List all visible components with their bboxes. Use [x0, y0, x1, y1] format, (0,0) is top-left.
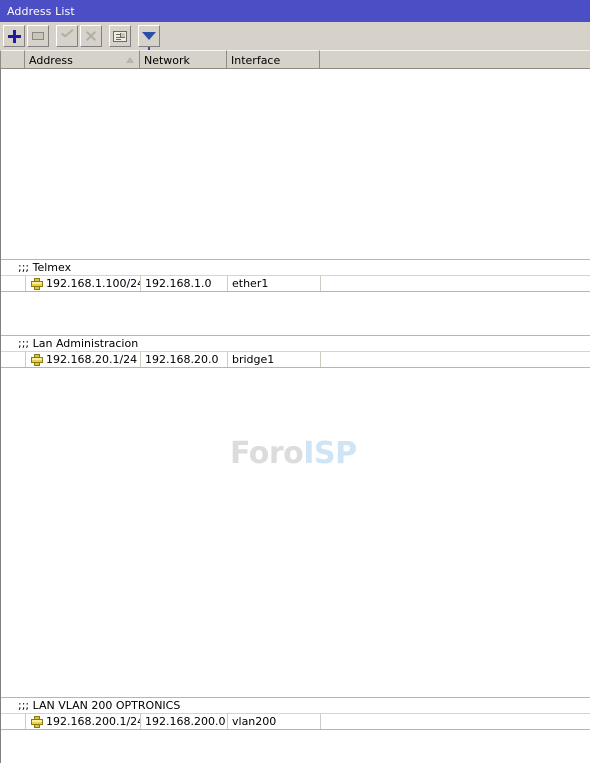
address-group-telmex: ;;; Telmex 192.168.1.100/24 192.168.1.0 …	[1, 259, 590, 292]
watermark: ForoISP	[230, 436, 357, 471]
add-button[interactable]	[3, 25, 25, 47]
address-list-window: Address List Address Network Interface F…	[0, 0, 590, 763]
comment-text: ;;; LAN VLAN 200 OPTRONICS	[18, 699, 181, 712]
row-interface-cell[interactable]: bridge1	[228, 352, 321, 367]
filter-button[interactable]	[138, 25, 160, 53]
comment-row[interactable]: ;;; LAN VLAN 200 OPTRONICS	[1, 698, 590, 714]
column-header-spare[interactable]	[320, 50, 590, 69]
row-address-cell[interactable]: 192.168.1.100/24	[26, 276, 141, 291]
row-address-cell[interactable]: 192.168.20.1/24	[26, 352, 141, 367]
column-header-network[interactable]: Network	[140, 50, 227, 69]
row-network-text: 192.168.200.0	[145, 715, 226, 728]
window-titlebar[interactable]: Address List	[0, 0, 590, 22]
comment-icon	[113, 30, 127, 42]
minus-icon	[32, 32, 44, 40]
address-icon	[31, 277, 43, 290]
row-network-cell[interactable]: 192.168.1.0	[141, 276, 228, 291]
table-row[interactable]: 192.168.200.1/24 192.168.200.0 vlan200	[1, 714, 590, 730]
address-group-lan-vlan-200-optronics: ;;; LAN VLAN 200 OPTRONICS 192.168.200.1…	[1, 697, 590, 730]
column-header-interface[interactable]: Interface	[227, 50, 320, 69]
toolbar	[0, 22, 590, 53]
row-interface-cell[interactable]: ether1	[228, 276, 321, 291]
watermark-part-one: Foro	[230, 436, 304, 471]
row-spare-cell	[321, 276, 590, 291]
column-header-interface-label: Interface	[231, 53, 281, 67]
row-network-text: 192.168.20.0	[145, 353, 219, 366]
address-list-body[interactable]: ForoISP ;;; Telmex 192.168.1.100/24 192.…	[0, 69, 590, 763]
row-address-cell[interactable]: 192.168.200.1/24	[26, 714, 141, 729]
row-interface-text: ether1	[232, 277, 269, 290]
column-header-network-label: Network	[144, 53, 190, 67]
address-icon	[31, 353, 43, 366]
row-address-text: 192.168.200.1/24	[46, 715, 141, 728]
check-icon	[60, 30, 74, 42]
row-flags-cell	[1, 352, 26, 367]
row-flags-cell	[1, 276, 26, 291]
column-header-address[interactable]: Address	[25, 50, 140, 69]
row-interface-cell[interactable]: vlan200	[228, 714, 321, 729]
disable-button[interactable]	[80, 25, 102, 47]
sort-ascending-icon	[126, 57, 134, 63]
watermark-part-two: ISP	[303, 436, 357, 471]
column-header-address-label: Address	[29, 53, 73, 67]
row-network-cell[interactable]: 192.168.200.0	[141, 714, 228, 729]
address-icon	[31, 715, 43, 728]
row-network-text: 192.168.1.0	[145, 277, 212, 290]
table-column-header: Address Network Interface	[0, 50, 590, 69]
address-group-lan-administracion: ;;; Lan Administracion 192.168.20.1/24 1…	[1, 335, 590, 368]
enable-button[interactable]	[56, 25, 78, 47]
comment-button[interactable]	[109, 25, 131, 47]
row-spare-cell	[321, 352, 590, 367]
row-address-text: 192.168.20.1/24	[46, 353, 138, 366]
row-interface-text: bridge1	[232, 353, 275, 366]
row-address-text: 192.168.1.100/24	[46, 277, 141, 290]
plus-icon	[7, 29, 21, 43]
table-row[interactable]: 192.168.20.1/24 192.168.20.0 bridge1	[1, 352, 590, 368]
row-network-cell[interactable]: 192.168.20.0	[141, 352, 228, 367]
comment-text: ;;; Telmex	[18, 261, 72, 274]
comment-row[interactable]: ;;; Telmex	[1, 260, 590, 276]
cross-icon	[85, 30, 97, 42]
row-interface-text: vlan200	[232, 715, 277, 728]
window-title: Address List	[7, 4, 75, 18]
column-header-flags[interactable]	[0, 50, 25, 69]
table-row[interactable]: 192.168.1.100/24 192.168.1.0 ether1	[1, 276, 590, 292]
row-flags-cell	[1, 714, 26, 729]
comment-text: ;;; Lan Administracion	[18, 337, 139, 350]
filter-icon	[142, 32, 156, 53]
row-spare-cell	[321, 714, 590, 729]
comment-row[interactable]: ;;; Lan Administracion	[1, 336, 590, 352]
remove-button[interactable]	[27, 25, 49, 47]
